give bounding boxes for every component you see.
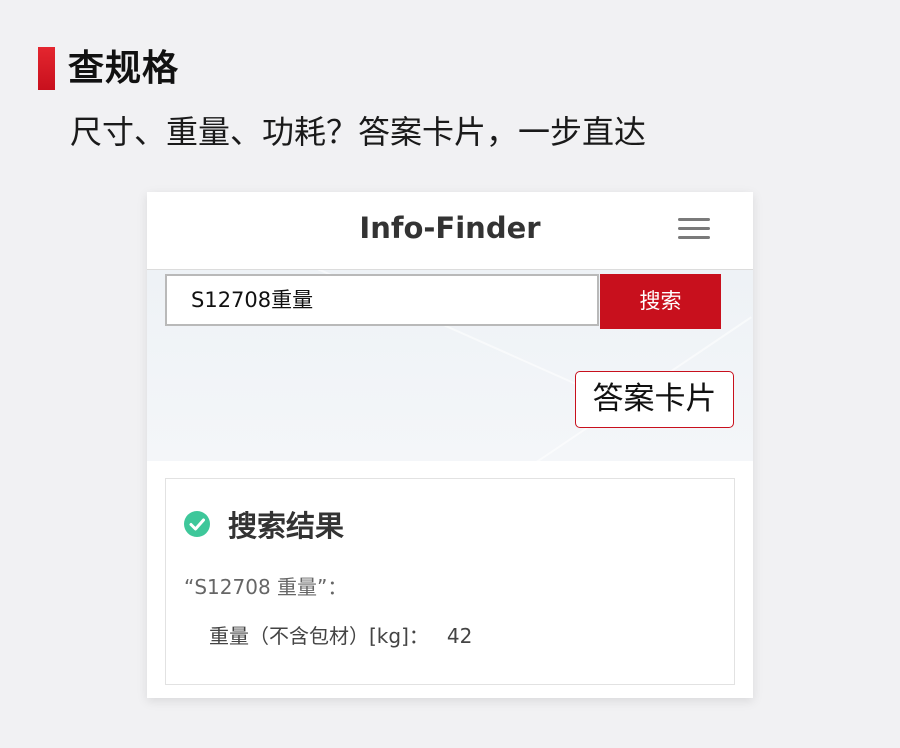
hamburger-menu-icon[interactable] — [677, 216, 711, 242]
app-title: Info-Finder — [359, 211, 541, 245]
result-heading: 搜索结果 — [228, 509, 345, 543]
app-frame: Info-Finder S12708重量 搜索 答案卡片 搜索结果 “S1270… — [147, 192, 753, 698]
check-circle-icon — [184, 511, 210, 537]
search-button[interactable]: 搜索 — [600, 274, 721, 329]
answer-card-tag: 答案卡片 — [575, 371, 734, 428]
spec-label: 重量（不含包材）[kg]： — [209, 624, 429, 648]
search-bar: S12708重量 搜索 — [165, 274, 721, 330]
spec-value: 42 — [446, 624, 473, 648]
page-title: 查规格 — [68, 48, 180, 89]
page-subtitle: 尺寸、重量、功耗？答案卡片，一步直达 — [70, 113, 647, 151]
app-header: Info-Finder — [147, 192, 753, 270]
search-result-panel: 搜索结果 “S12708 重量”： 重量（不含包材）[kg]： 42 — [165, 478, 735, 685]
result-spec-line: 重量（不含包材）[kg]： 42 — [209, 622, 472, 650]
title-accent-bar — [38, 47, 55, 90]
search-hero: S12708重量 搜索 答案卡片 — [147, 270, 753, 461]
search-input[interactable]: S12708重量 — [165, 274, 599, 326]
result-query-text: “S12708 重量”： — [184, 575, 348, 599]
